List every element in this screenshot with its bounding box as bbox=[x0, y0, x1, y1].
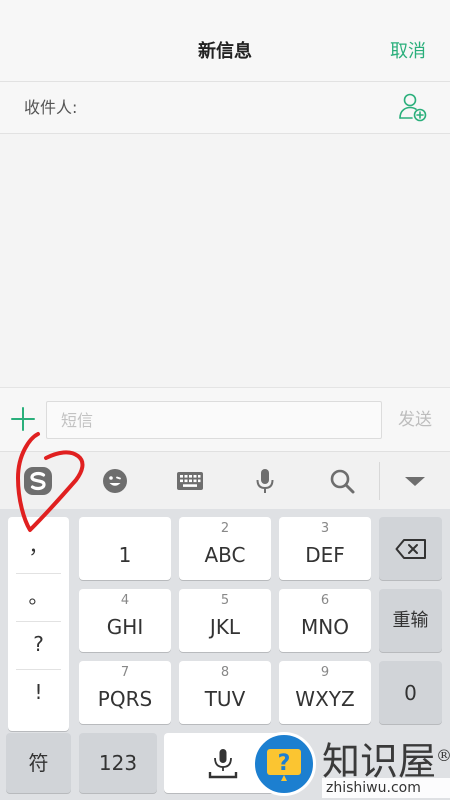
collapse-icon[interactable] bbox=[400, 466, 430, 496]
key-6-mno[interactable]: 6 MNO bbox=[279, 589, 371, 652]
page-title: 新信息 bbox=[198, 41, 252, 62]
key-letters: ABC bbox=[204, 543, 246, 567]
punct-comma-key[interactable]: ， bbox=[16, 523, 61, 570]
ime-toolbar bbox=[0, 451, 450, 509]
cancel-button[interactable]: 取消 bbox=[390, 40, 426, 64]
space-mic-icon bbox=[208, 749, 238, 779]
recipient-row[interactable]: 收件人: bbox=[0, 82, 450, 134]
key-9-wxyz[interactable]: 9 WXYZ bbox=[279, 661, 371, 724]
key-8-tuv[interactable]: 8 TUV bbox=[179, 661, 271, 724]
key-number: 3 bbox=[320, 521, 330, 536]
symbol-label: 符 bbox=[28, 751, 49, 775]
plus-icon[interactable] bbox=[10, 406, 36, 432]
backspace-icon bbox=[395, 539, 426, 559]
key-2-abc[interactable]: 2 ABC bbox=[179, 517, 271, 580]
key-letters: WXYZ bbox=[295, 687, 355, 711]
key-letters: DEF bbox=[305, 543, 345, 567]
key-number: 6 bbox=[320, 593, 330, 608]
key-number: 5 bbox=[220, 593, 230, 608]
key-number: 4 bbox=[120, 593, 130, 608]
punctuation-list: ， 。 ? ! bbox=[8, 517, 69, 731]
sogou-logo-icon[interactable] bbox=[23, 466, 53, 496]
key-number: 8 bbox=[220, 665, 230, 680]
key-3-def[interactable]: 3 DEF bbox=[279, 517, 371, 580]
key-letters: JKL bbox=[209, 615, 241, 639]
message-thread-area bbox=[0, 134, 450, 387]
punct-question-key[interactable]: ? bbox=[16, 621, 61, 668]
key-letters: PQRS bbox=[97, 687, 153, 711]
key-letters: TUV bbox=[204, 687, 246, 711]
punct-exclaim-key[interactable]: ! bbox=[16, 669, 61, 716]
key-letters: MNO bbox=[301, 615, 349, 639]
space-key[interactable] bbox=[164, 733, 282, 793]
key-number: 2 bbox=[220, 521, 230, 536]
send-button[interactable]: 发送 bbox=[398, 408, 432, 432]
key-number: 7 bbox=[120, 665, 130, 680]
numbers-label: 123 bbox=[98, 751, 138, 775]
add-contact-icon[interactable] bbox=[398, 92, 428, 122]
message-input[interactable] bbox=[46, 401, 382, 439]
key-4-ghi[interactable]: 4 GHI bbox=[79, 589, 171, 652]
compose-bar: 发送 bbox=[0, 387, 450, 451]
header-bar: 新信息 取消 bbox=[0, 0, 450, 82]
key-1[interactable]: 1 bbox=[79, 517, 171, 580]
punct-period-key[interactable]: 。 bbox=[16, 573, 61, 620]
toolbar-divider bbox=[379, 462, 380, 500]
numbers-key[interactable]: 123 bbox=[79, 733, 157, 793]
t9-keyboard: ， 。 ? ! 1 2 ABC 3 DEF 4 GHI 5 JKL 6 MNO bbox=[0, 509, 450, 800]
backspace-key[interactable] bbox=[379, 517, 442, 580]
reenter-key[interactable]: 重输 bbox=[379, 589, 442, 652]
emoji-icon[interactable] bbox=[100, 466, 130, 496]
key-5-jkl[interactable]: 5 JKL bbox=[179, 589, 271, 652]
recipient-label: 收件人: bbox=[24, 98, 78, 117]
search-icon[interactable] bbox=[327, 466, 357, 496]
key-number: 9 bbox=[320, 665, 330, 680]
zero-key[interactable]: 0 bbox=[379, 661, 442, 724]
microphone-icon[interactable] bbox=[250, 466, 280, 496]
key-7-pqrs[interactable]: 7 PQRS bbox=[79, 661, 171, 724]
key-letters: 1 bbox=[118, 543, 132, 567]
symbol-key[interactable]: 符 bbox=[6, 733, 71, 793]
zero-label: 0 bbox=[404, 680, 417, 705]
reenter-label: 重输 bbox=[392, 609, 429, 631]
key-letters: GHI bbox=[106, 615, 144, 639]
keyboard-icon[interactable] bbox=[175, 466, 205, 496]
